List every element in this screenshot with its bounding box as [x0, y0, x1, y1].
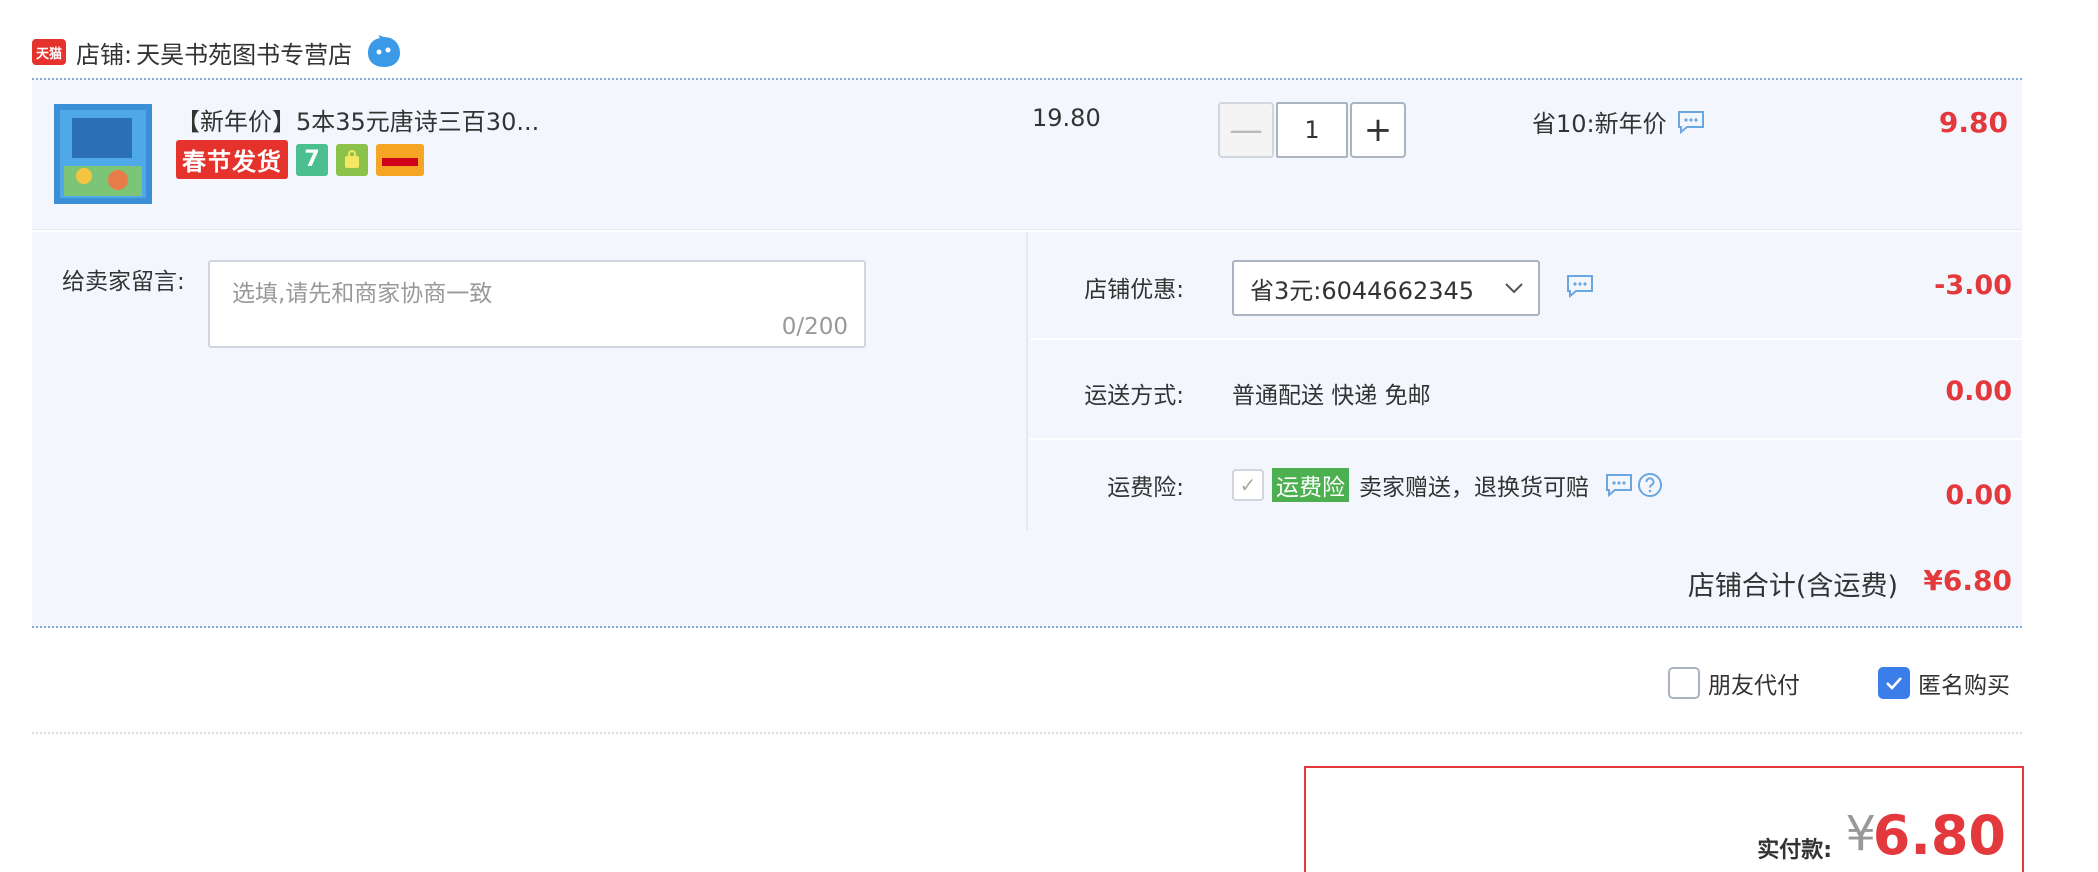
freight-insurance-row: 运费险: ✓ 运费险 卖家赠送，退换货可赔 0.00 — [1030, 440, 2022, 530]
comment-icon[interactable] — [1677, 110, 1705, 134]
order-page: 天猫 店铺: 天昊书苑图书专营店 【新年价】5本35元唐诗三百30... 春节发… — [0, 0, 2098, 872]
order-options: 给卖家留言: 选填,请先和商家协商一致 0/200 店铺优惠: 省3元:6044… — [32, 232, 2022, 530]
shop-name-link[interactable]: 天昊书苑图书专营店 — [136, 35, 352, 70]
coupon-comment-icon[interactable] — [1566, 274, 1594, 298]
shipping-method-label: 运送方式: — [1084, 383, 1184, 409]
purchase-options-row: 朋友代付 匿名购买 — [32, 630, 2022, 734]
wangwang-chat-icon[interactable] — [366, 35, 402, 69]
insurance-comment-icon[interactable] — [1605, 473, 1633, 497]
friend-pay-checkbox[interactable] — [1668, 667, 1700, 699]
freight-insurance-label: 运费险: — [1107, 475, 1184, 501]
seller-message-char-count: 0/200 — [781, 314, 848, 340]
checkmark-icon — [1886, 677, 1902, 690]
shop-total-value: ¥6.80 — [1923, 564, 2012, 597]
shop-header: 天猫 店铺: 天昊书苑图书专营店 — [32, 30, 402, 74]
payment-currency: ¥ — [1845, 806, 1876, 862]
shop-label: 店铺: — [76, 40, 133, 69]
friend-pay-option[interactable]: 朋友代付 — [1668, 666, 1800, 700]
quantity-increase-button[interactable]: + — [1350, 102, 1406, 158]
seller-message-label: 给卖家留言: — [62, 269, 185, 295]
shipping-method-text: 普通配送 快递 免邮 — [1232, 383, 1431, 409]
shop-total-label: 店铺合计(含运费) — [1687, 571, 1898, 602]
seller-message-textarea[interactable]: 选填,请先和商家协商一致 0/200 — [208, 260, 866, 348]
help-icon[interactable] — [1637, 472, 1663, 498]
shipping-fee-value: 0.00 — [1945, 376, 2012, 407]
guarantee-bag-icon — [336, 143, 368, 176]
freight-insurance-content: ✓ 运费险 卖家赠送，退换货可赔 — [1232, 440, 1663, 530]
shop-coupon-row: 店铺优惠: 省3元:6044662345 -3.00 — [1030, 232, 2022, 340]
unit-price: 19.80 — [1032, 104, 1101, 132]
tmall-logo: 天猫 — [32, 39, 66, 65]
seller-message-area: 给卖家留言: 选填,请先和商家协商一致 0/200 — [32, 232, 1028, 530]
payment-label: 实付款: — [1757, 838, 1832, 863]
friend-pay-label: 朋友代付 — [1708, 673, 1800, 699]
anonymous-purchase-checkbox[interactable] — [1878, 667, 1910, 699]
quantity-input[interactable]: 1 — [1276, 102, 1348, 158]
freight-insurance-tag: 运费险 — [1272, 468, 1349, 502]
shop-coupon-select[interactable]: 省3元:6044662345 — [1232, 260, 1540, 316]
payment-summary: 实付款: ¥ 6.80 — [1304, 766, 2024, 872]
anonymous-purchase-option[interactable]: 匿名购买 — [1878, 666, 2010, 700]
spring-shipping-badge: 春节发货 — [176, 140, 288, 179]
credit-card-icon — [376, 143, 424, 176]
quantity-stepper: — 1 + — [1218, 102, 1406, 158]
freight-insurance-checkbox[interactable]: ✓ — [1232, 469, 1264, 501]
shop-coupon-label: 店铺优惠: — [1084, 277, 1184, 303]
anonymous-purchase-label: 匿名购买 — [1918, 673, 2010, 699]
item-promotion: 省10:新年价 — [1532, 104, 1705, 139]
seller-message-placeholder: 选填,请先和商家协商一致 — [232, 281, 493, 307]
product-title-link[interactable]: 【新年价】5本35元唐诗三百30... — [176, 102, 539, 137]
freight-insurance-value: 0.00 — [1945, 480, 2012, 511]
product-thumbnail[interactable] — [54, 104, 152, 204]
payment-amount: 6.80 — [1872, 804, 2006, 867]
shop-total-row: 店铺合计(含运费) ¥6.80 — [32, 530, 2022, 628]
shipping-method-row: 运送方式: 普通配送 快递 免邮 0.00 — [1030, 340, 2022, 440]
shop-coupon-selected: 省3元:6044662345 — [1250, 276, 1475, 305]
chevron-down-icon — [1505, 283, 1523, 294]
order-item-row: 【新年价】5本35元唐诗三百30... 春节发货 7 19.80 — 1 + 省… — [32, 80, 2022, 230]
product-badges: 春节发货 7 — [176, 140, 424, 179]
seven-day-return-badge: 7 — [296, 143, 328, 176]
promotion-text: 省10:新年价 — [1532, 110, 1667, 138]
shop-coupon-value: -3.00 — [1934, 270, 2012, 301]
quantity-decrease-button[interactable]: — — [1218, 102, 1274, 158]
freight-insurance-text: 卖家赠送，退换货可赔 — [1359, 475, 1589, 501]
item-subtotal: 9.80 — [1938, 106, 2008, 139]
